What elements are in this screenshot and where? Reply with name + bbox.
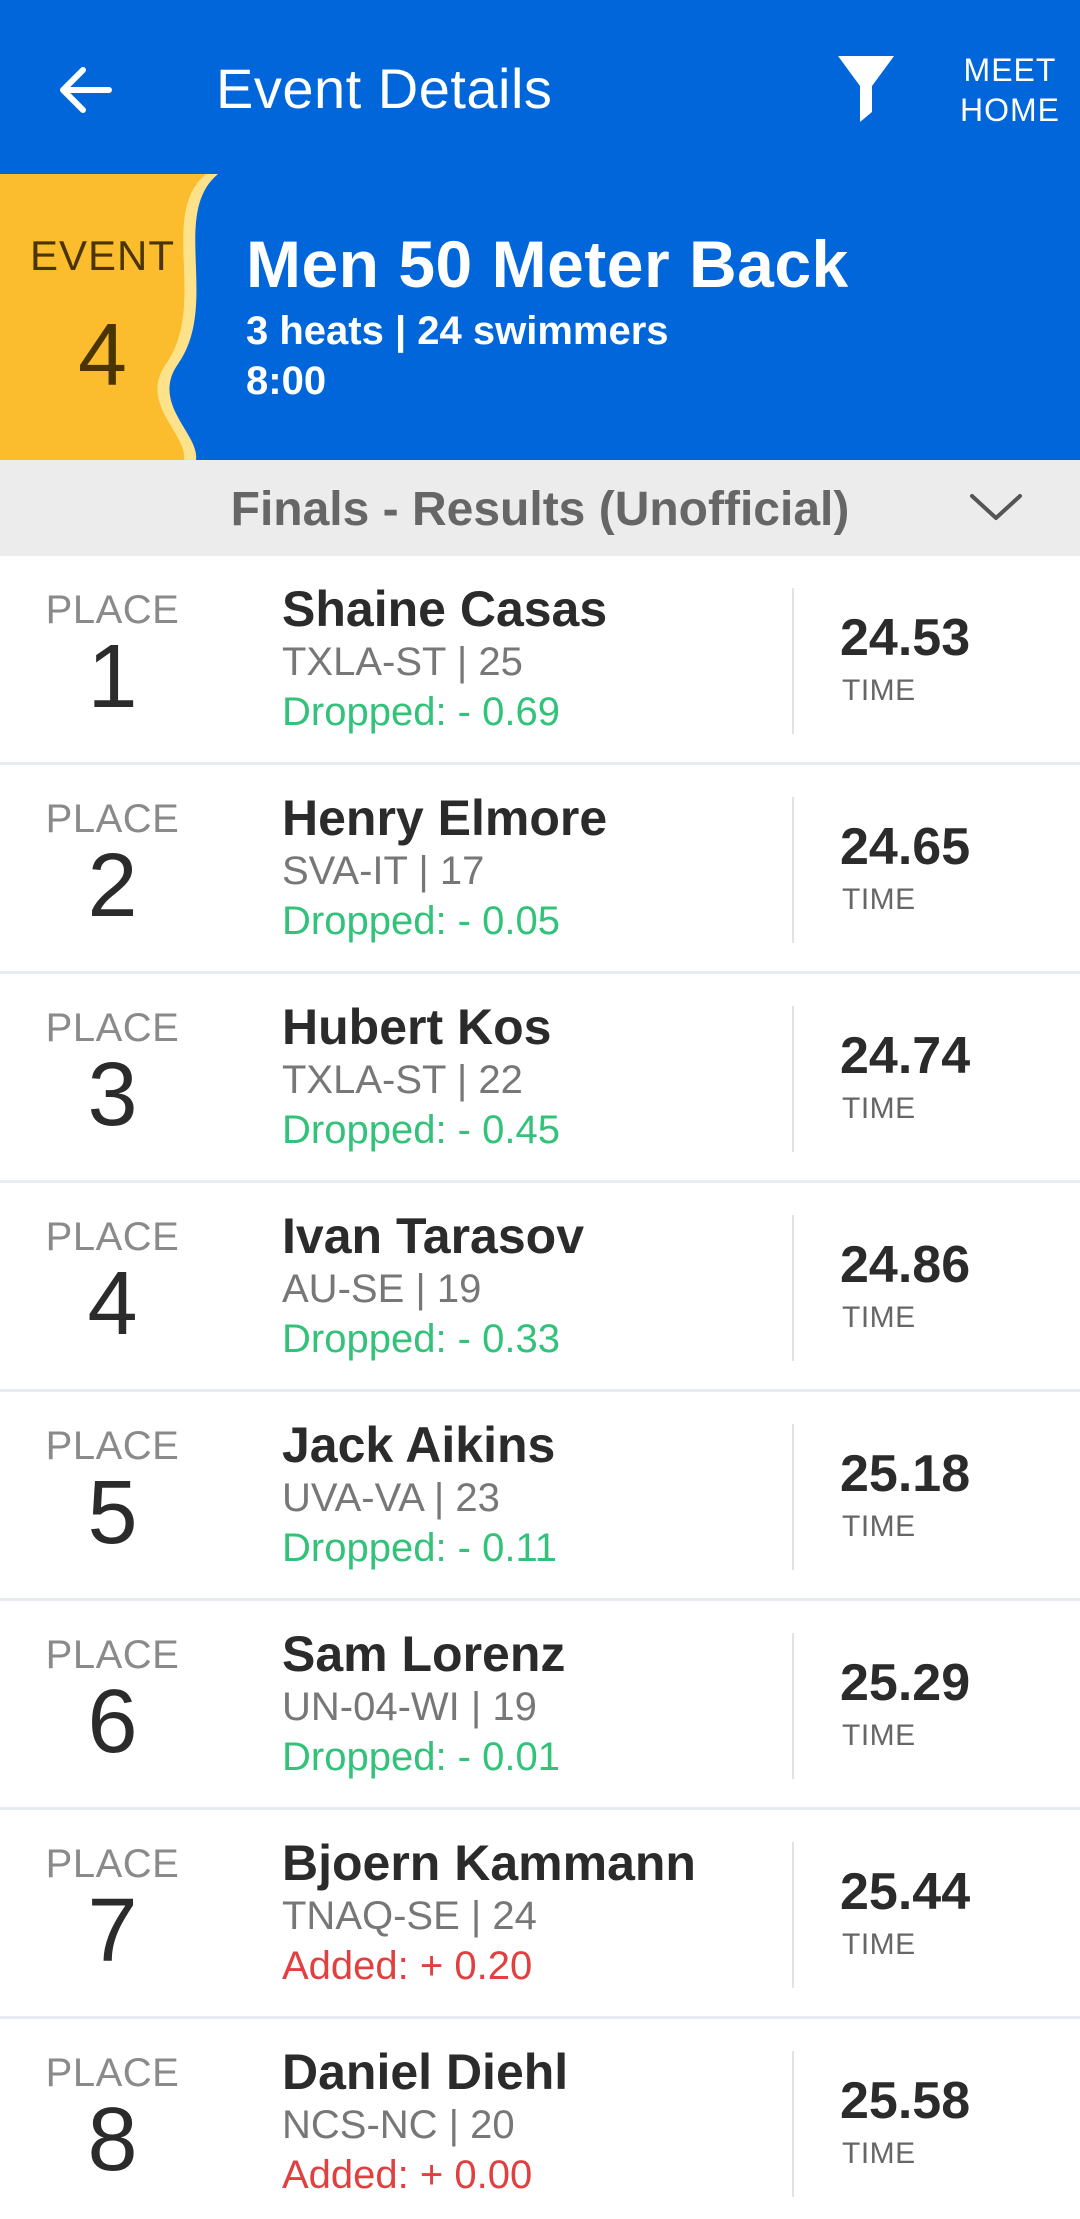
swimmer-name: Ivan Tarasov (282, 1208, 585, 1264)
time-delta: Dropped: - 0.11 (282, 1526, 557, 1570)
team-age: TNAQ-SE | 24 (282, 1894, 537, 1938)
team-age: UN-04-WI | 19 (282, 1685, 537, 1729)
time-label: TIME (842, 1510, 916, 1543)
swimmer-name: Daniel Diehl (282, 2044, 569, 2100)
time-label: TIME (842, 1928, 916, 1961)
swim-time: 25.58 (840, 2072, 971, 2130)
meet-home-label-line1: MEET (963, 52, 1057, 88)
meet-home-button[interactable]: MEET HOME (950, 50, 1070, 130)
result-row[interactable]: PLACE 2 Henry Elmore SVA-IT | 17 Dropped: - … (0, 765, 1080, 974)
place-number: 8 (87, 2090, 138, 2190)
place-number: 1 (87, 627, 138, 727)
time-label: TIME (842, 1301, 916, 1334)
result-row[interactable]: PLACE 4 Ivan Tarasov AU-SE | 19 Dropped: - 0… (0, 1183, 1080, 1392)
swim-time: 24.65 (840, 818, 971, 876)
team-age: UVA-VA | 23 (282, 1476, 500, 1520)
event-details: 3 heats | 24 swimmers 8:00 (246, 306, 669, 406)
result-row[interactable]: PLACE 5 Jack Aikins UVA-VA | 23 Dropped: - 0… (0, 1392, 1080, 1601)
row-divider (792, 2051, 794, 2197)
place-number: 7 (87, 1881, 138, 1981)
time-label: TIME (842, 883, 916, 916)
result-row[interactable]: PLACE 7 Bjoern Kammann TNAQ-SE | 24 Added: +… (0, 1810, 1080, 2019)
result-row[interactable]: PLACE 3 Hubert Kos TXLA-ST | 22 Dropped: - 0… (0, 974, 1080, 1183)
time-delta: Dropped: - 0.45 (282, 1108, 560, 1152)
time-label: TIME (842, 2137, 916, 2170)
swim-time: 25.44 (840, 1863, 971, 1921)
place-number: 3 (87, 1045, 138, 1145)
time-delta: Dropped: - 0.33 (282, 1317, 560, 1361)
team-age: SVA-IT | 17 (282, 849, 485, 893)
top-app-bar: Event Details MEET HOME (0, 0, 1080, 174)
swim-time: 24.53 (840, 609, 971, 667)
filter-icon (838, 56, 894, 122)
place-number: 2 (87, 836, 138, 936)
arrow-left-icon (60, 67, 112, 113)
swimmer-name: Hubert Kos (282, 999, 552, 1055)
row-divider (792, 797, 794, 943)
time-delta: Added: + 0.20 (282, 1944, 533, 1988)
event-label: EVENT (29, 232, 176, 279)
row-divider (792, 1842, 794, 1988)
swimmer-name: Sam Lorenz (282, 1626, 566, 1682)
time-delta: Dropped: - 0.01 (282, 1735, 560, 1779)
swim-time: 24.74 (840, 1027, 971, 1085)
chevron-down-icon (970, 494, 1022, 520)
round-label: Finals - Results (Unofficial) (230, 483, 850, 536)
row-divider (792, 1215, 794, 1361)
time-delta: Dropped: - 0.05 (282, 899, 560, 943)
row-divider (792, 1424, 794, 1570)
event-banner: EVENT 4 Men 50 Meter Back 3 heats | 24 s… (0, 174, 1080, 460)
swimmer-name: Bjoern Kammann (282, 1835, 696, 1891)
team-age: NCS-NC | 20 (282, 2103, 515, 2147)
time-delta: Dropped: - 0.69 (282, 690, 560, 734)
result-row[interactable]: PLACE 1 Shaine Casas TXLA-ST | 25 Dropped: -… (0, 556, 1080, 765)
team-age: TXLA-ST | 25 (282, 640, 523, 684)
row-divider (792, 588, 794, 734)
time-label: TIME (842, 1092, 916, 1125)
swim-time: 25.29 (840, 1654, 971, 1712)
page-title: Event Details (216, 57, 553, 120)
back-button[interactable] (40, 50, 130, 130)
result-row[interactable]: PLACE 6 Sam Lorenz UN-04-WI | 19 Dropped: - … (0, 1601, 1080, 1810)
event-number: 4 (78, 305, 127, 404)
round-selector[interactable]: Finals - Results (Unofficial) (0, 460, 1080, 556)
meet-home-label-line2: HOME (960, 92, 1060, 128)
row-divider (792, 1006, 794, 1152)
event-name: Men 50 Meter Back (246, 227, 849, 301)
swimmer-name: Jack Aikins (282, 1417, 556, 1473)
place-number: 6 (87, 1672, 138, 1772)
team-age: AU-SE | 19 (282, 1267, 482, 1311)
row-divider (792, 1633, 794, 1779)
place-number: 4 (87, 1254, 138, 1354)
time-label: TIME (842, 674, 916, 707)
event-number-tab: EVENT 4 (0, 174, 240, 460)
place-number: 5 (87, 1463, 138, 1563)
filter-button[interactable] (826, 46, 906, 130)
swimmer-name: Henry Elmore (282, 790, 608, 846)
event-summary: 3 heats | 24 swimmers (246, 309, 669, 353)
results-list: PLACE 1 Shaine Casas TXLA-ST | 25 Dropped: -… (0, 556, 1080, 2219)
time-delta: Added: + 0.00 (282, 2153, 533, 2197)
swim-time: 24.86 (840, 1236, 971, 1294)
event-start-time: 8:00 (246, 359, 327, 403)
swimmer-name: Shaine Casas (282, 581, 608, 637)
time-label: TIME (842, 1719, 916, 1752)
result-row[interactable]: PLACE 8 Daniel Diehl NCS-NC | 20 Added: + 0.… (0, 2019, 1080, 2219)
team-age: TXLA-ST | 22 (282, 1058, 523, 1102)
swim-time: 25.18 (840, 1445, 971, 1503)
